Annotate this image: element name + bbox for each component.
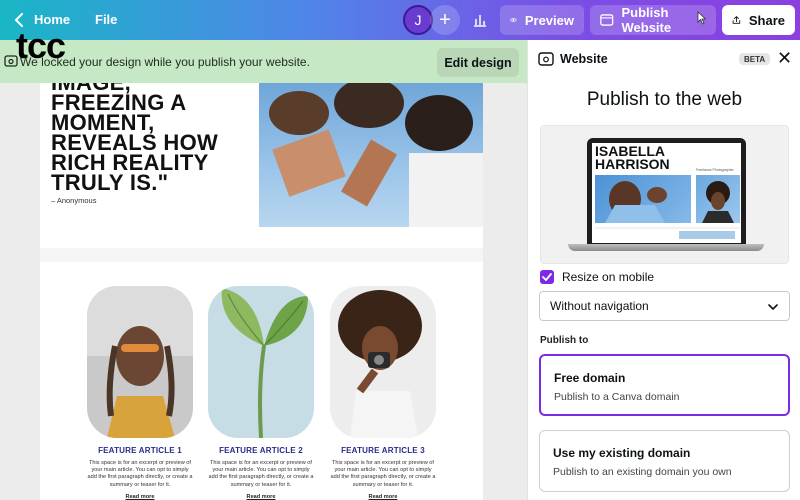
feature-article-3: FEATURE ARTICLE 3 This space is for an e… [330, 286, 436, 500]
share-label: Share [748, 12, 785, 28]
chevron-down-icon [768, 304, 778, 311]
option-title: Free domain [554, 371, 626, 385]
hero-photo [259, 83, 483, 227]
bar-chart-icon [474, 15, 486, 27]
read-more-link[interactable]: Read more [208, 494, 314, 500]
existing-domain-option[interactable]: Use my existing domain Publish to an exi… [539, 430, 790, 492]
preview-label: Preview [524, 12, 574, 28]
resize-on-mobile-label: Resize on mobile [562, 270, 655, 284]
feature-photo-2 [208, 286, 314, 438]
publish-to-label: Publish to [540, 335, 589, 346]
quote-author: – Anonymous [51, 196, 97, 205]
design-canvas: IMAGE, FREEZING A MOMENT, REVEALS HOW RI… [40, 83, 483, 500]
preview-name: ISABELLA HARRISON [595, 143, 670, 172]
feature-body: This space is for an excerpt or preview … [87, 460, 193, 488]
close-icon[interactable]: ✕ [777, 49, 792, 67]
feature-photo-3 [330, 286, 436, 438]
preview-tagline: Freelance Photographer [696, 168, 734, 172]
feature-title: FEATURE ARTICLE 3 [341, 446, 425, 455]
preview-strip [595, 227, 740, 239]
edit-design-button[interactable]: Edit design [437, 48, 519, 77]
website-preview: ISABELLA HARRISON Freelance Photographer [540, 125, 789, 264]
website-icon [538, 52, 554, 66]
panel-header: Website BETA ✕ [528, 40, 800, 78]
resize-on-mobile-checkbox[interactable] [540, 270, 554, 284]
feature-article-1: FEATURE ARTICLE 1 This space is for an e… [87, 286, 193, 500]
laptop-base [568, 244, 764, 251]
laptop-screen: ISABELLA HARRISON Freelance Photographer [587, 138, 746, 244]
feature-article-2: FEATURE ARTICLE 2 This space is for an e… [208, 286, 314, 500]
section-divider [40, 248, 483, 262]
file-menu[interactable]: File [95, 12, 117, 27]
navigation-select[interactable]: Without navigation [539, 291, 790, 321]
add-collaborator-button[interactable]: + [430, 5, 460, 35]
eye-icon [510, 18, 517, 22]
publish-website-label: Publish Website [621, 5, 672, 35]
preview-photo-1 [595, 175, 691, 223]
preview-photo-2 [696, 175, 740, 223]
feature-body: This space is for an excerpt or preview … [208, 460, 314, 488]
check-icon [542, 273, 552, 281]
preview-button[interactable]: Preview [500, 5, 584, 35]
feature-title: FEATURE ARTICLE 1 [98, 446, 182, 455]
resize-on-mobile-row[interactable]: Resize on mobile [540, 270, 654, 284]
option-description: Publish to a Canva domain [554, 391, 680, 403]
publish-heading: Publish to the web [586, 89, 743, 110]
beta-badge: BETA [739, 53, 771, 65]
share-button[interactable]: Share [722, 5, 795, 35]
avatar[interactable]: J [403, 5, 433, 35]
plus-icon: + [439, 8, 451, 31]
option-description: Publish to an existing domain you own [553, 466, 732, 478]
feature-photo-1 [87, 286, 193, 438]
website-panel: Website BETA ✕ Publish to the web ISABEL… [527, 40, 800, 500]
mouse-cursor-icon [697, 11, 707, 25]
top-bar: Home File J + Preview Publish Website Sh… [0, 0, 800, 40]
website-icon [600, 14, 614, 26]
navigation-value: Without navigation [550, 299, 649, 313]
read-more-link[interactable]: Read more [330, 494, 436, 500]
watermark-overlay: tcc [16, 25, 66, 66]
option-title: Use my existing domain [553, 446, 691, 460]
feature-title: FEATURE ARTICLE 2 [219, 446, 303, 455]
quote-text: IMAGE, FREEZING A MOMENT, REVEALS HOW RI… [51, 83, 219, 195]
free-domain-option[interactable]: Free domain Publish to a Canva domain [539, 354, 790, 416]
share-icon [732, 16, 741, 24]
read-more-link[interactable]: Read more [87, 494, 193, 500]
insights-button[interactable] [465, 5, 495, 35]
feature-body: This space is for an excerpt or preview … [330, 460, 436, 488]
panel-title: Website [560, 52, 608, 66]
